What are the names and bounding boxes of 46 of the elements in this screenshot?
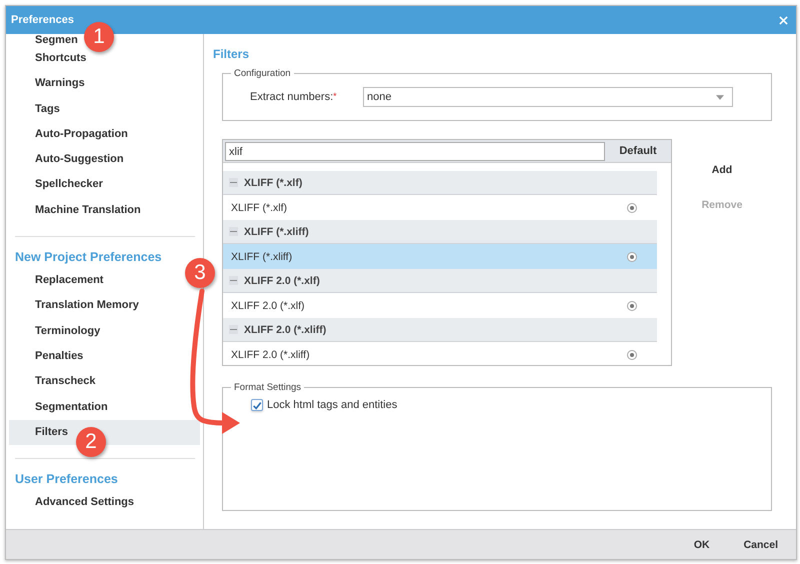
sidebar-item[interactable]: Machine Translation	[35, 198, 141, 224]
collapse-icon[interactable]	[229, 276, 238, 285]
group-row[interactable]: XLIFF (*.xlf)	[223, 171, 657, 195]
checkbox[interactable]	[251, 399, 263, 411]
section-title: Filters	[213, 47, 250, 61]
sidebar-item[interactable]: Translation Memory	[35, 293, 139, 319]
close-icon[interactable]	[779, 16, 788, 24]
sidebar-item[interactable]: Terminology	[35, 318, 100, 344]
sidebar-item[interactable]: Auto-Propagation	[35, 122, 128, 148]
sidebar-item[interactable]: Replacement	[35, 268, 104, 294]
group-row[interactable]: XLIFF 2.0 (*.xliff)	[223, 318, 657, 342]
sidebar-item[interactable]: Spellchecker	[35, 172, 103, 198]
search-field[interactable]: xlif	[225, 142, 605, 161]
dropdown-field[interactable]: none	[363, 87, 733, 107]
group-legend: Configuration	[231, 68, 294, 79]
radio-button[interactable]	[627, 202, 637, 212]
radio-button[interactable]	[627, 252, 637, 262]
field-label: Extract numbers:*	[250, 91, 338, 103]
sidebar-item[interactable]: Segmen	[35, 34, 78, 47]
action-button[interactable]: Add	[704, 160, 740, 180]
sidebar-item[interactable]: Segmentation	[35, 394, 108, 420]
list-row[interactable]: XLIFF (*.xliff)	[223, 244, 657, 269]
sidebar-item[interactable]: Warnings	[35, 71, 85, 97]
sidebar-item[interactable]: Transcheck	[35, 369, 96, 395]
dialog-button[interactable]: OK	[690, 534, 714, 554]
section-heading: New Project Preferences	[14, 249, 163, 266]
checkbox-label: Lock html tags and entities	[267, 399, 398, 411]
group-row[interactable]: XLIFF 2.0 (*.xlf)	[223, 269, 657, 293]
sidebar-item[interactable]: Tags	[35, 96, 60, 122]
collapse-icon[interactable]	[229, 227, 238, 236]
sidebar-item[interactable]: Auto-Suggestion	[35, 147, 124, 172]
section-heading: User Preferences	[14, 471, 119, 488]
sidebar-item[interactable]: Advanced Settings	[35, 490, 134, 516]
radio-button[interactable]	[627, 300, 637, 310]
column-header: Default	[618, 144, 658, 159]
sidebar-item[interactable]: Penalties	[35, 344, 84, 370]
caret-icon	[716, 94, 724, 100]
radio-button[interactable]	[627, 350, 637, 360]
window-title: Preferences	[11, 14, 74, 26]
collapse-icon[interactable]	[229, 178, 238, 187]
sidebar-item[interactable]: Filters	[35, 420, 68, 446]
dialog-button[interactable]: Cancel	[740, 534, 782, 554]
group-row[interactable]: XLIFF (*.xliff)	[223, 220, 657, 244]
collapse-icon[interactable]	[229, 325, 238, 334]
group-legend: Format Settings	[231, 382, 304, 393]
sidebar-item[interactable]: Shortcuts	[35, 46, 86, 72]
